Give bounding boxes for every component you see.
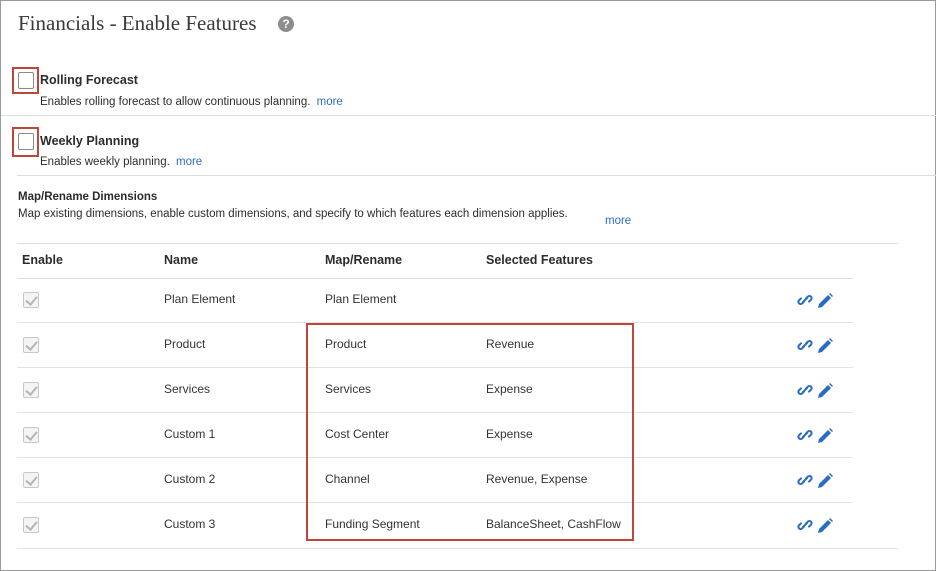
row-actions — [797, 427, 837, 445]
dimension-name: Custom 2 — [164, 472, 216, 486]
link-icon[interactable] — [797, 337, 813, 353]
dimensions-more-link[interactable]: more — [605, 215, 631, 227]
column-header-name[interactable]: Name — [164, 253, 198, 267]
enable-checkbox[interactable] — [23, 427, 39, 443]
dimension-name: Services — [164, 382, 211, 396]
edit-pencil-icon[interactable] — [816, 427, 834, 445]
edit-pencil-icon[interactable] — [816, 472, 834, 490]
table-bottom-divider — [17, 548, 898, 549]
enable-checkbox[interactable] — [23, 292, 39, 308]
link-icon[interactable] — [797, 292, 813, 308]
row-actions — [797, 382, 837, 400]
dimension-name: Product — [164, 337, 206, 351]
column-header-selected-features[interactable]: Selected Features — [486, 253, 593, 267]
row-actions — [797, 517, 837, 535]
row-actions — [797, 337, 837, 355]
row-actions — [797, 472, 837, 490]
edit-pencil-icon[interactable] — [816, 382, 834, 400]
rolling-forecast-description: Enables rolling forecast to allow contin… — [40, 96, 343, 108]
rolling-forecast-checkbox[interactable] — [18, 72, 34, 89]
dimension-name: Custom 3 — [164, 517, 216, 531]
link-icon[interactable] — [797, 517, 813, 533]
dimension-map-rename: Plan Element — [325, 292, 397, 306]
column-header-enable: Enable — [22, 253, 63, 267]
dimension-name: Plan Element — [164, 292, 236, 306]
section-divider — [17, 175, 936, 176]
edit-pencil-icon[interactable] — [816, 337, 834, 355]
edit-pencil-icon[interactable] — [816, 517, 834, 535]
link-icon[interactable] — [797, 427, 813, 443]
link-icon[interactable] — [797, 472, 813, 488]
page-title: Financials - Enable Features — [18, 11, 257, 35]
edit-pencil-icon[interactable] — [816, 292, 834, 310]
table-row: Plan Element Plan Element — [17, 278, 853, 323]
weekly-planning-more-link[interactable]: more — [176, 156, 202, 168]
rolling-forecast-description-text: Enables rolling forecast to allow contin… — [40, 96, 311, 108]
help-icon[interactable]: ? — [278, 16, 294, 32]
rolling-forecast-title: Rolling Forecast — [40, 73, 138, 87]
column-header-map-rename[interactable]: Map/Rename — [325, 253, 402, 267]
page-frame: Financials - Enable Features ? Rolling F… — [0, 0, 936, 571]
dimensions-section-description: Map existing dimensions, enable custom d… — [18, 208, 568, 220]
enable-checkbox[interactable] — [23, 472, 39, 488]
enable-checkbox[interactable] — [23, 382, 39, 398]
link-icon[interactable] — [797, 382, 813, 398]
enable-checkbox[interactable] — [23, 517, 39, 533]
dimension-name: Custom 1 — [164, 427, 216, 441]
row-actions — [797, 292, 837, 310]
table-top-divider — [17, 243, 898, 244]
feature-divider — [1, 115, 936, 116]
dimensions-section-title: Map/Rename Dimensions — [18, 191, 158, 203]
mapping-highlight — [306, 323, 634, 541]
enable-checkbox[interactable] — [23, 337, 39, 353]
weekly-planning-title: Weekly Planning — [40, 134, 140, 148]
weekly-planning-description-text: Enables weekly planning. — [40, 156, 170, 168]
rolling-forecast-more-link[interactable]: more — [317, 96, 343, 108]
weekly-planning-description: Enables weekly planning. more — [40, 156, 202, 168]
weekly-planning-checkbox[interactable] — [18, 133, 34, 150]
